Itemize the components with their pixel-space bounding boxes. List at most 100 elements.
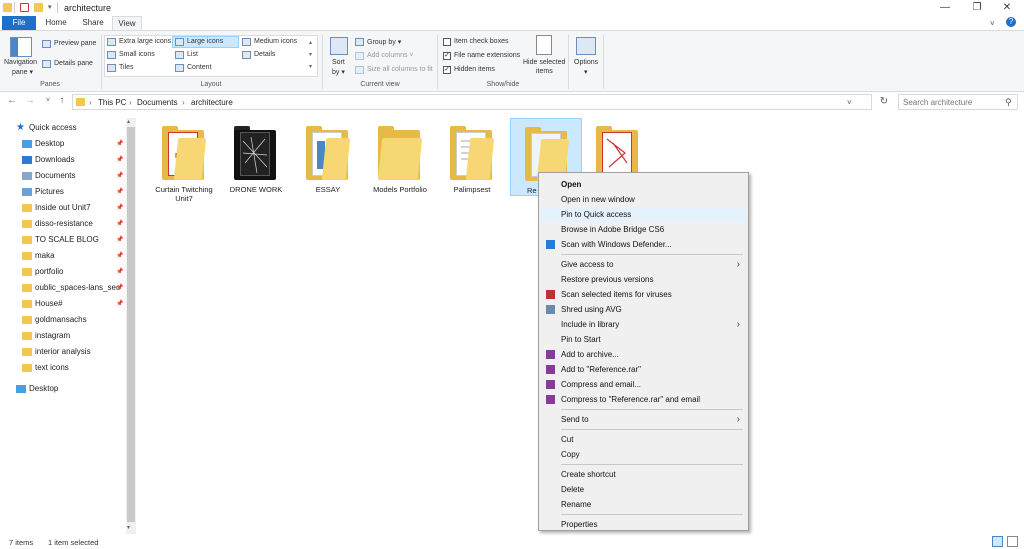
breadcrumb-architecture[interactable]: architecture	[191, 98, 233, 107]
navigation-pane-icon[interactable]	[10, 37, 32, 57]
large-icons-view-icon[interactable]	[1007, 536, 1018, 547]
tab-view[interactable]: View	[112, 16, 142, 30]
up-arrow-icon[interactable]: ↑	[56, 95, 68, 106]
menu-item[interactable]: Add to "Reference.rar"	[541, 362, 746, 377]
tab-home[interactable]: Home	[40, 16, 72, 30]
menu-item[interactable]: Compress and email...	[541, 377, 746, 392]
menu-item[interactable]: Give access to ›	[541, 257, 746, 272]
folder-icon	[3, 3, 12, 12]
navigation-pane-button[interactable]: Navigation	[4, 59, 37, 66]
menu-item[interactable]: Rename	[541, 497, 746, 512]
size-all-columns-button[interactable]: Size all columns to fit	[367, 66, 433, 73]
menu-item[interactable]: Copy	[541, 447, 746, 462]
options-button[interactable]: Options	[574, 59, 598, 66]
menu-item[interactable]: Add to archive...	[541, 347, 746, 362]
menu-item[interactable]: Delete	[541, 482, 746, 497]
help-icon[interactable]: ?	[1006, 17, 1016, 27]
file-item[interactable]: Models Portfolio	[364, 118, 436, 210]
sidebar-item[interactable]: maka 📌	[0, 248, 125, 264]
sidebar-item[interactable]: Documents 📌	[0, 168, 125, 184]
hide-selected-icon[interactable]	[536, 35, 552, 55]
new-folder-icon[interactable]	[34, 3, 43, 12]
file-item[interactable]: DRONE WORK	[220, 118, 292, 210]
sidebar-item-quick-access[interactable]: ★ Quick access	[0, 120, 125, 136]
menu-item[interactable]: Properties	[541, 517, 746, 532]
content-option[interactable]: Content	[187, 64, 212, 71]
scroll-down-icon[interactable]: ▾	[127, 524, 130, 531]
menu-item[interactable]: Compress to "Reference.rar" and email	[541, 392, 746, 407]
small-icons-option[interactable]: Small icons	[119, 51, 155, 58]
scroll-up-icon[interactable]: ▴	[127, 118, 130, 125]
menu-item[interactable]: Open	[541, 177, 746, 192]
customize-quick-access-icon[interactable]: ▾	[48, 3, 52, 11]
details-view-icon[interactable]	[992, 536, 1003, 547]
forward-arrow-icon[interactable]: →	[24, 95, 36, 106]
sidebar-item[interactable]: TO SCALE BLOG 📌	[0, 232, 125, 248]
refresh-icon[interactable]: ↻	[878, 96, 890, 107]
item-checkboxes-checkbox[interactable]	[443, 38, 451, 46]
options-icon[interactable]	[576, 37, 596, 55]
menu-item-label: Pin to Start	[561, 335, 601, 344]
hidden-items-checkbox[interactable]: ✓	[443, 66, 451, 74]
medium-icons-option[interactable]: Medium icons	[254, 38, 297, 45]
sidebar-item[interactable]: Pictures 📌	[0, 184, 125, 200]
menu-item[interactable]: Pin to Quick access	[541, 207, 746, 222]
details-option[interactable]: Details	[254, 51, 275, 58]
close-button[interactable]: ✕	[992, 0, 1022, 16]
menu-item[interactable]: Send to ›	[541, 412, 746, 427]
collapse-ribbon-icon[interactable]: ˅	[990, 19, 995, 28]
tiles-option[interactable]: Tiles	[119, 64, 134, 71]
add-columns-button[interactable]: Add columns ˅	[367, 52, 414, 59]
chevron-down-icon[interactable]: ˅	[847, 98, 852, 107]
back-arrow-icon[interactable]: ←	[6, 95, 18, 106]
details-pane-button[interactable]: Details pane	[54, 60, 93, 67]
sidebar-item[interactable]: portfolio 📌	[0, 264, 125, 280]
address-bar[interactable]: › This PC › Documents › architecture ˅	[72, 94, 872, 110]
gallery-scroll-icon[interactable]: ▴ ▾ ▾	[309, 37, 312, 73]
sidebar-item[interactable]: Inside out Unit7 📌	[0, 200, 125, 216]
sidebar-item[interactable]: Desktop 📌	[0, 136, 125, 152]
menu-item[interactable]: Create shortcut	[541, 467, 746, 482]
search-input[interactable]	[899, 95, 999, 109]
file-item[interactable]: ESSAY	[292, 118, 364, 210]
sidebar-item[interactable]: goldmansachs	[0, 312, 125, 328]
menu-item[interactable]: Shred using AVG	[541, 302, 746, 317]
breadcrumb-documents[interactable]: Documents	[137, 98, 177, 107]
menu-item[interactable]: Include in library ›	[541, 317, 746, 332]
sidebar-item[interactable]: interior analysis	[0, 344, 125, 360]
minimize-button[interactable]: —	[930, 0, 960, 16]
sidebar-scroll-thumb[interactable]	[127, 127, 135, 522]
menu-item[interactable]: Scan selected items for viruses	[541, 287, 746, 302]
tab-share[interactable]: Share	[76, 16, 110, 30]
sidebar-item-desktop-root[interactable]: Desktop	[0, 381, 125, 397]
menu-item[interactable]: Pin to Start	[541, 332, 746, 347]
list-option[interactable]: List	[187, 51, 198, 58]
sidebar-item[interactable]: House# 📌	[0, 296, 125, 312]
recent-locations-icon[interactable]: ˅	[42, 97, 54, 104]
menu-item[interactable]: Cut	[541, 432, 746, 447]
properties-icon[interactable]	[20, 3, 29, 12]
menu-item[interactable]: Open in new window	[541, 192, 746, 207]
file-extensions-checkbox[interactable]: ✓	[443, 52, 451, 60]
sidebar-item[interactable]: text icons	[0, 360, 125, 376]
sidebar-item[interactable]: oublic_spaces-lans_sec 📌	[0, 280, 125, 296]
menu-item[interactable]: Scan with Windows Defender...	[541, 237, 746, 252]
large-icons-option[interactable]: Large icons	[187, 38, 223, 45]
file-item[interactable]: PDF Curtain Twitching Unit7	[148, 118, 220, 210]
tab-file[interactable]: File	[2, 16, 36, 30]
sidebar-item[interactable]: Downloads 📌	[0, 152, 125, 168]
sidebar-item[interactable]: disso-resistance 📌	[0, 216, 125, 232]
sort-by-button[interactable]: Sort	[332, 59, 345, 66]
menu-item[interactable]: Restore previous versions	[541, 272, 746, 287]
search-icon[interactable]: ⚲	[1005, 97, 1012, 108]
breadcrumb-this-pc[interactable]: This PC	[98, 98, 126, 107]
hide-selected-button[interactable]: Hide selected	[523, 59, 565, 66]
group-by-button[interactable]: Group by ▾	[367, 38, 401, 46]
extra-large-icons-option[interactable]: Extra large icons	[119, 38, 171, 45]
sort-by-icon[interactable]	[330, 37, 348, 55]
maximize-button[interactable]: ❐	[962, 0, 992, 16]
file-item[interactable]: Palimpsest	[436, 118, 508, 210]
sidebar-item[interactable]: instagram	[0, 328, 125, 344]
preview-pane-button[interactable]: Preview pane	[54, 40, 96, 47]
menu-item[interactable]: Browse in Adobe Bridge CS6	[541, 222, 746, 237]
